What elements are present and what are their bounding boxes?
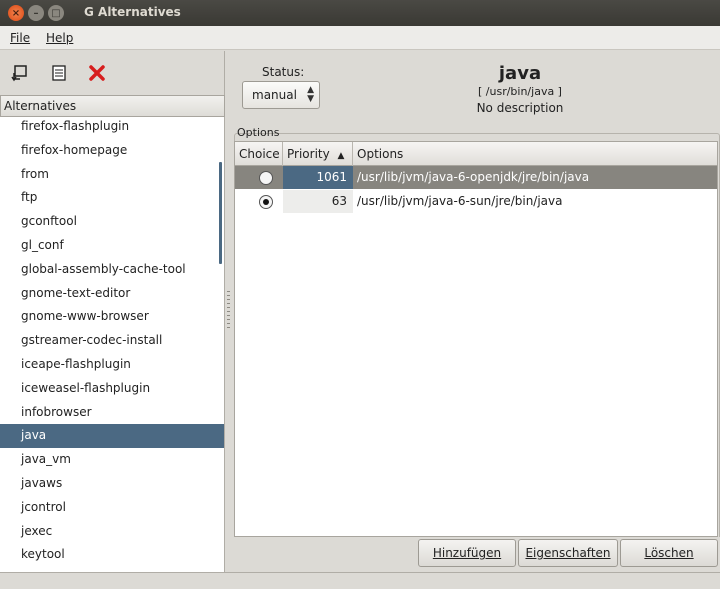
sort-ascending-icon: ▲: [337, 151, 345, 161]
title-bar: × – □ G Alternatives: [0, 0, 720, 26]
menu-file[interactable]: File: [10, 31, 30, 45]
list-item[interactable]: global-assembly-cache-tool: [0, 258, 224, 282]
maximize-icon[interactable]: □: [48, 5, 64, 21]
column-choice[interactable]: Choice: [235, 142, 283, 166]
toolbar: [0, 51, 225, 95]
status-select[interactable]: manual ▲ ▼: [242, 81, 320, 109]
properties-button[interactable]: Eigenschaften: [518, 539, 618, 567]
option-path-cell: /usr/lib/jvm/java-6-sun/jre/bin/java: [357, 194, 563, 208]
list-item[interactable]: from: [0, 163, 224, 187]
window-title: G Alternatives: [84, 5, 181, 19]
priority-cell: 63: [283, 190, 353, 213]
scrollbar[interactable]: [219, 162, 222, 264]
add-button-label: Hinzufügen: [432, 546, 502, 560]
properties-icon[interactable]: [8, 61, 32, 85]
list-item[interactable]: firefox-homepage: [0, 139, 224, 163]
properties-button-label: Eigenschaften: [525, 546, 611, 560]
list-item[interactable]: infobrowser: [0, 401, 224, 425]
details-icon[interactable]: [47, 61, 71, 85]
list-item[interactable]: java_vm: [0, 448, 224, 472]
close-icon[interactable]: ×: [8, 5, 24, 21]
list-item[interactable]: ftp: [0, 186, 224, 210]
list-item[interactable]: iceweasel-flashplugin: [0, 377, 224, 401]
bottom-edge: [0, 572, 720, 589]
priority-cell: 1061: [283, 166, 353, 189]
list-item[interactable]: java: [0, 424, 224, 449]
delete-button-label: Löschen: [644, 546, 694, 560]
options-table: Choice Priority ▲ Options 1061 /usr/lib/…: [234, 141, 718, 537]
list-item[interactable]: firefox-flashplugin: [0, 117, 224, 139]
splitter-grip[interactable]: [227, 291, 230, 331]
alternatives-column-header[interactable]: Alternatives: [0, 95, 225, 117]
menu-bar: File Help: [0, 26, 720, 50]
spin-arrows-icon: ▲ ▼: [307, 85, 314, 104]
list-item[interactable]: javaws: [0, 472, 224, 496]
list-item[interactable]: iceape-flashplugin: [0, 353, 224, 377]
table-header: Choice Priority ▲ Options: [235, 142, 717, 166]
options-group-label: Options: [237, 126, 280, 139]
alternative-description: No description: [476, 101, 564, 115]
minimize-icon[interactable]: –: [28, 5, 44, 21]
alternative-path: [ /usr/bin/java ]: [478, 85, 562, 98]
alternatives-list: firefox-flashplugin firefox-homepage from f…: [0, 117, 225, 572]
alternative-name: java: [498, 63, 542, 84]
table-row[interactable]: 1061 /usr/lib/jvm/java-6-openjdk/jre/bin…: [235, 166, 717, 189]
table-row[interactable]: 63 /usr/lib/jvm/java-6-sun/jre/bin/java: [235, 190, 717, 213]
list-item[interactable]: gl_conf: [0, 234, 224, 258]
column-priority-label: Priority: [287, 147, 330, 161]
add-button[interactable]: Hinzufügen: [418, 539, 516, 567]
list-item[interactable]: jcontrol: [0, 496, 224, 520]
column-options[interactable]: Options: [353, 142, 717, 166]
delete-icon[interactable]: [85, 61, 109, 85]
menu-help[interactable]: Help: [46, 31, 73, 45]
list-item[interactable]: gnome-text-editor: [0, 282, 224, 306]
status-value: manual: [252, 88, 297, 102]
option-path-cell: /usr/lib/jvm/java-6-openjdk/jre/bin/java: [357, 170, 590, 184]
list-item[interactable]: jexec: [0, 520, 224, 544]
choice-radio[interactable]: [259, 171, 273, 185]
list-item[interactable]: gnome-www-browser: [0, 305, 224, 329]
delete-button[interactable]: Löschen: [620, 539, 718, 567]
column-priority[interactable]: Priority ▲: [283, 142, 353, 166]
list-item[interactable]: gstreamer-codec-install: [0, 329, 224, 353]
list-item[interactable]: gconftool: [0, 210, 224, 234]
choice-radio[interactable]: [259, 195, 273, 209]
detail-pane: Status: manual ▲ ▼ java [ /usr/bin/java ]…: [232, 51, 720, 572]
button-bar: Hinzufügen Eigenschaften Löschen: [232, 537, 720, 569]
list-item[interactable]: keytool: [0, 543, 224, 567]
